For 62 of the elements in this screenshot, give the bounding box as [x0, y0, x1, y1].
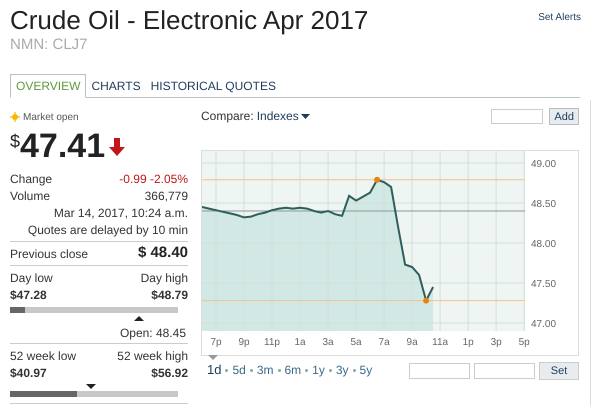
x-axis-label: 3a: [322, 337, 334, 348]
x-axis-label: 9a: [406, 337, 418, 348]
range-tab[interactable]: 5y: [360, 362, 372, 378]
range-tab[interactable]: 1d: [207, 362, 222, 378]
sun-icon: [10, 112, 20, 122]
change-value: -0.99 -2.05%: [119, 170, 188, 188]
tab[interactable]: CHARTS: [86, 74, 146, 97]
end-date-field[interactable]: [474, 363, 535, 379]
previous-close-value: $ 48.40: [138, 243, 188, 264]
ticker-symbol: NMN: CLJ7: [10, 36, 89, 54]
previous-close-label: Previous close: [10, 246, 88, 262]
indexes-dropdown[interactable]: Indexes: [256, 107, 310, 125]
set-alerts-link[interactable]: Set Alerts: [538, 10, 581, 25]
x-axis-label: 7a: [378, 337, 390, 348]
volume-value: 366,779: [144, 188, 188, 204]
range-high-label: 52 week high: [117, 348, 188, 364]
add-button[interactable]: Add: [549, 108, 579, 124]
caret-icon: [300, 114, 310, 118]
market-status: Market open: [23, 110, 79, 124]
extreme-point: [423, 298, 430, 304]
volume-label: Volume: [10, 188, 50, 204]
tab[interactable]: HISTORICAL QUOTES: [146, 74, 281, 97]
compare-label: Compare:: [201, 108, 254, 125]
y-axis-label: 48.00: [531, 239, 556, 250]
x-axis-label: 7p: [210, 337, 222, 348]
delay-note: Quotes are delayed by 10 min: [26, 222, 188, 238]
x-axis-label: 11a: [432, 337, 448, 348]
range-tab[interactable]: 3y: [336, 362, 349, 378]
x-axis-label: 3p: [490, 337, 502, 348]
set-button[interactable]: Set: [539, 362, 579, 380]
quote-timestamp: Mar 14, 2017, 10:24 a.m.: [52, 205, 188, 221]
range-high-value: $56.92: [151, 364, 188, 382]
open-price: Open: 48.45: [118, 325, 187, 341]
range-low-value: $40.97: [10, 364, 47, 382]
range-low-label: Day low: [10, 270, 53, 286]
x-axis-label: 1a: [294, 337, 306, 348]
y-axis-label: 47.50: [531, 279, 556, 290]
x-axis-label: 5p: [518, 337, 530, 348]
change-label: Change: [10, 170, 52, 188]
range-tab[interactable]: 5d: [232, 362, 246, 378]
last-price: 47.41: [20, 126, 106, 166]
compare-input[interactable]: [491, 108, 544, 124]
x-axis-label: 11p: [264, 337, 280, 348]
y-axis-label: 47.00: [531, 319, 556, 330]
range-low-label: 52 week low: [10, 348, 76, 364]
pointer-icon: [208, 355, 218, 360]
range-tab[interactable]: 6m: [284, 362, 302, 378]
page-title: Crude Oil - Electronic Apr 2017: [10, 4, 368, 36]
range-high-label: Day high: [140, 270, 188, 286]
currency-symbol: $: [10, 130, 20, 152]
x-axis-label: 5a: [350, 337, 362, 348]
y-axis-label: 49.00: [531, 159, 556, 170]
range-tab[interactable]: 3m: [256, 362, 274, 378]
range-tab[interactable]: 1y: [312, 362, 325, 378]
range-low-value: $47.28: [10, 286, 47, 304]
down-arrow-icon: [109, 138, 126, 156]
x-axis-label: 9p: [238, 337, 250, 348]
extreme-point: [374, 176, 380, 183]
y-axis-label: 48.50: [531, 199, 556, 210]
start-date-field[interactable]: [409, 363, 470, 379]
x-axis-label: 1p: [462, 337, 474, 348]
range-high-value: $48.79: [151, 286, 188, 304]
